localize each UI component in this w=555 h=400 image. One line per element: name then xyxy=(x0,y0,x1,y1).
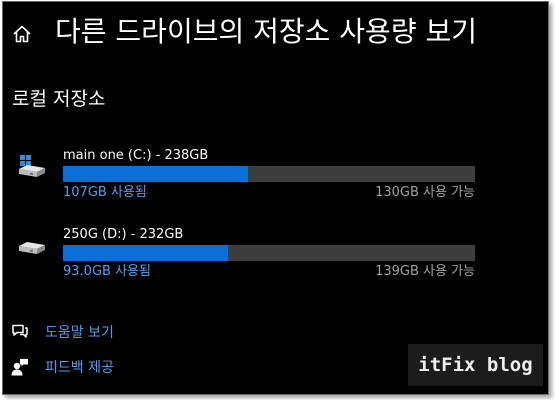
usage-bar xyxy=(63,166,475,182)
windows-drive-icon xyxy=(19,155,45,177)
give-feedback-label: 피드백 제공 xyxy=(45,360,114,376)
free-space-label: 139GB 사용 가능 xyxy=(375,264,475,279)
page-title: 다른 드라이브의 저장소 사용량 보기 xyxy=(55,15,478,48)
usage-bar xyxy=(63,245,475,261)
get-help-label: 도움말 보기 xyxy=(45,325,114,341)
feedback-person-icon xyxy=(11,359,28,376)
chat-help-icon xyxy=(12,324,28,338)
used-space-label: 107GB 사용됨 xyxy=(63,185,147,200)
used-space-label: 93.0GB 사용됨 xyxy=(63,264,151,279)
drive-icon xyxy=(19,242,45,254)
drive-name: 250G (D:) - 232GB xyxy=(63,227,184,242)
usage-bar-fill xyxy=(63,166,249,182)
drive-item-d[interactable]: 250G (D:) - 232GB 93.0GB 사용됨 139GB 사용 가능 xyxy=(3,226,548,286)
settings-window: 다른 드라이브의 저장소 사용량 보기 로컬 저장소 main one (C:)… xyxy=(2,1,549,395)
get-help-link[interactable]: 도움말 보기 xyxy=(3,322,303,344)
blog-watermark: itFix blog xyxy=(408,344,543,386)
drive-name: main one (C:) - 238GB xyxy=(63,148,209,163)
give-feedback-link[interactable]: 피드백 제공 xyxy=(3,357,303,379)
usage-bar-fill xyxy=(63,245,228,261)
section-title-local-storage: 로컬 저장소 xyxy=(12,88,106,110)
home-icon[interactable] xyxy=(12,24,32,44)
free-space-label: 130GB 사용 가능 xyxy=(375,185,475,200)
drive-item-c[interactable]: main one (C:) - 238GB 107GB 사용됨 130GB 사용… xyxy=(3,147,548,207)
